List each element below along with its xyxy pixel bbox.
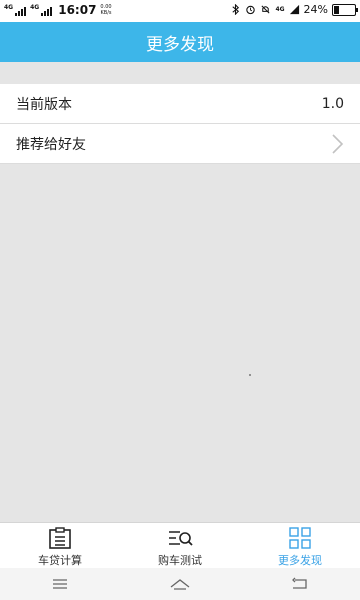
list-item-version: 当前版本 1.0 [0,84,360,124]
clock: 16:07 [58,3,97,17]
back-icon[interactable] [289,576,311,592]
alarm-icon [246,5,256,15]
signal-icon: 4G [30,4,53,16]
status-left: 4G 4G 16:07 0.00 KB/s [4,3,112,17]
search-list-icon [169,531,193,546]
version-label: 当前版本 [16,96,72,113]
recommend-label: 推荐给好友 [16,136,86,153]
battery-percent: 24% [303,3,328,16]
chevron-right-icon [332,133,344,154]
title-bar: 更多发现 [0,22,360,62]
system-nav-bar [0,568,360,600]
mute-icon [261,5,270,14]
tab-loan-calculator[interactable]: 车贷计算 [0,523,120,569]
menu-icon[interactable] [49,576,71,592]
tab-more-discover[interactable]: 更多发现 [240,523,360,569]
bottom-tab-bar: 车贷计算 购车测试 更多发现 [0,522,360,569]
list-item-recommend[interactable]: 推荐给好友 [0,124,360,164]
tab-label: 更多发现 [278,554,322,567]
tab-label: 车贷计算 [38,554,82,567]
bluetooth-icon [232,4,240,15]
clipboard-icon [49,527,71,549]
status-right: 4G 24% [230,3,358,16]
stray-dot [249,374,251,376]
tab-label: 购车测试 [158,554,202,567]
home-icon[interactable] [169,576,191,592]
net-speed: 0.00 KB/s [100,4,112,16]
tab-purchase-test[interactable]: 购车测试 [120,523,240,569]
battery-icon [332,3,358,16]
signal-icon: 4G [4,4,27,16]
signal-bars-icon [289,4,299,15]
version-value: 1.0 [321,95,344,112]
page-title: 更多发现 [146,34,214,55]
settings-list: 当前版本 1.0 推荐给好友 [0,84,360,164]
grid-icon [289,527,311,549]
network-badge: 4G [275,6,285,13]
status-bar: 4G 4G 16:07 0.00 KB/s 4G 24% [0,0,360,22]
